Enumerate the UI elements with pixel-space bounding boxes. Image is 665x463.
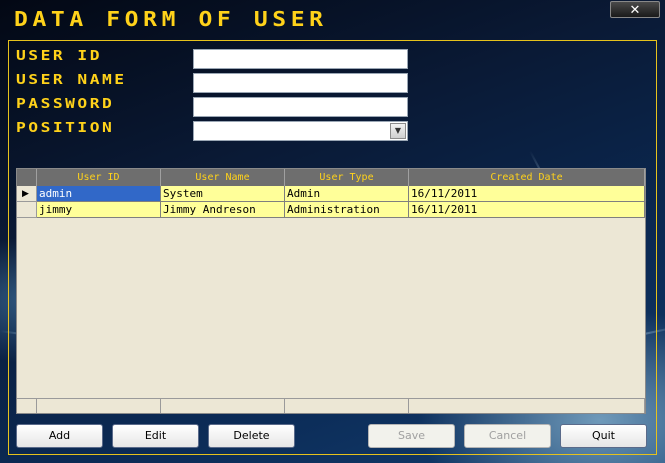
table-cell-user-name[interactable]: System xyxy=(161,186,285,202)
delete-button[interactable]: Delete xyxy=(208,424,295,448)
row-header-current[interactable]: ▶ xyxy=(17,186,37,202)
window-title: DATA FORM OF USER xyxy=(14,7,328,31)
table-footer-cell xyxy=(409,398,645,413)
column-header-user-type[interactable]: User Type xyxy=(285,169,409,186)
table-cell-user-type[interactable]: Admin xyxy=(285,186,409,202)
users-table[interactable]: User ID User Name User Type Created Date… xyxy=(16,168,646,414)
user-name-input[interactable] xyxy=(193,73,408,93)
table-footer-cell xyxy=(285,398,409,413)
user-name-label: USER NAME xyxy=(16,73,127,88)
column-header-user-id[interactable]: User ID xyxy=(37,169,161,186)
close-icon: ✕ xyxy=(629,3,641,18)
table-footer-cell xyxy=(161,398,285,413)
table-cell-user-name[interactable]: Jimmy Andreson xyxy=(161,202,285,218)
add-button[interactable]: Add xyxy=(16,424,103,448)
position-select[interactable]: ▼ xyxy=(193,121,408,141)
cancel-button[interactable]: Cancel xyxy=(464,424,551,448)
position-label: POSITION xyxy=(16,121,115,136)
table-cell-created-date[interactable]: 16/11/2011 xyxy=(409,186,645,202)
save-button[interactable]: Save xyxy=(368,424,455,448)
table-cell-user-id[interactable]: admin xyxy=(37,186,161,202)
user-id-input[interactable] xyxy=(193,49,408,69)
table-header-corner xyxy=(17,169,37,186)
close-button[interactable]: ✕ xyxy=(610,1,660,18)
chevron-down-icon[interactable]: ▼ xyxy=(390,123,406,139)
column-header-user-name[interactable]: User Name xyxy=(161,169,285,186)
table-cell-created-date[interactable]: 16/11/2011 xyxy=(409,202,645,218)
table-footer-cell xyxy=(37,398,161,413)
table-cell-user-id[interactable]: jimmy xyxy=(37,202,161,218)
current-row-icon: ▶ xyxy=(22,189,29,199)
quit-button[interactable]: Quit xyxy=(560,424,647,448)
password-label: PASSWORD xyxy=(16,97,115,112)
user-id-label: USER ID xyxy=(16,49,102,64)
table-footer-cell xyxy=(17,398,37,413)
row-header[interactable] xyxy=(17,202,37,218)
table-cell-user-type[interactable]: Administration xyxy=(285,202,409,218)
column-header-created-date[interactable]: Created Date xyxy=(409,169,645,186)
password-input[interactable] xyxy=(193,97,408,117)
edit-button[interactable]: Edit xyxy=(112,424,199,448)
